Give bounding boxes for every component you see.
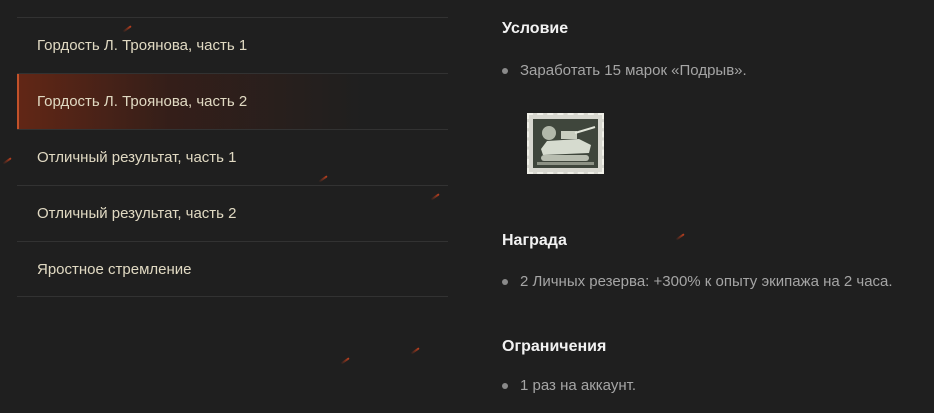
condition-text: Заработать 15 марок «Подрыв».: [520, 62, 747, 79]
mission-item-label: Отличный результат, часть 2: [37, 205, 237, 222]
reward-item: 2 Личных резерва: +300% к опыту экипажа …: [502, 273, 893, 290]
mission-list: Гордость Л. Троянова, часть 1 Гордость Л…: [17, 17, 448, 297]
mission-item-label: Гордость Л. Троянова, часть 1: [37, 37, 248, 54]
ember-decoration: [340, 357, 350, 365]
mission-item-troyanov-pride-1[interactable]: Гордость Л. Троянова, часть 1: [17, 17, 448, 73]
mission-item-excellent-result-1[interactable]: Отличный результат, часть 1: [17, 129, 448, 185]
mission-item-label: Гордость Л. Троянова, часть 2: [37, 93, 248, 110]
mission-item-furious-drive[interactable]: Яростное стремление: [17, 241, 448, 297]
reward-heading: Награда: [502, 232, 567, 249]
ember-decoration: [410, 347, 420, 355]
ember-decoration: [675, 233, 685, 241]
condition-heading: Условие: [502, 20, 569, 37]
bullet-icon: [502, 382, 508, 389]
limits-heading: Ограничения: [502, 338, 607, 355]
mission-item-troyanov-pride-2[interactable]: Гордость Л. Троянова, часть 2: [17, 73, 448, 129]
mission-item-label: Отличный результат, часть 1: [37, 149, 237, 166]
mission-item-label: Яростное стремление: [37, 260, 192, 278]
mission-item-excellent-result-2[interactable]: Отличный результат, часть 2: [17, 185, 448, 241]
limits-item: 1 раз на аккаунт.: [502, 377, 636, 394]
tank-stamp-icon: [527, 113, 604, 174]
bullet-icon: [502, 67, 508, 74]
ember-decoration: [2, 157, 12, 165]
bullet-icon: [502, 278, 508, 285]
limits-text: 1 раз на аккаунт.: [520, 377, 636, 394]
condition-item: Заработать 15 марок «Подрыв».: [502, 62, 747, 79]
reward-text: 2 Личных резерва: +300% к опыту экипажа …: [520, 273, 893, 290]
